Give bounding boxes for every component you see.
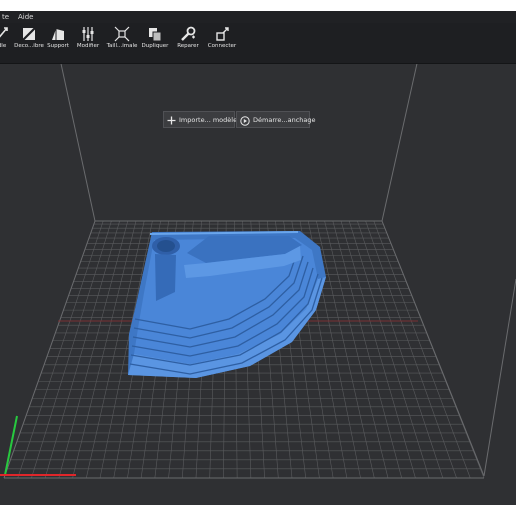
volume-edge-front-right — [483, 278, 516, 477]
toolbar: dle Deco...ibre Support Modifier Taill..… — [0, 23, 516, 64]
connect-button-label: Connecter — [207, 43, 237, 49]
build-volume-scene[interactable] — [0, 58, 516, 505]
grid-line — [373, 220, 471, 479]
start-slicing-label: Démarre...anchage — [253, 116, 316, 124]
support-icon — [52, 29, 64, 40]
sliders-icon — [82, 27, 94, 41]
start-slicing-button[interactable]: Démarre...anchage — [236, 111, 316, 128]
import-model-button[interactable]: Importe... modèle — [163, 111, 238, 128]
grid-line — [348, 220, 430, 479]
grid-line — [58, 220, 129, 479]
play-icon — [240, 115, 250, 126]
connect-icon — [216, 27, 229, 41]
duplicate-icon — [149, 28, 162, 42]
grid-line — [365, 220, 457, 479]
max-size-icon — [114, 26, 130, 42]
grid-line — [316, 220, 375, 479]
menu-bar: te Aide — [0, 11, 516, 23]
plus-icon — [167, 116, 176, 125]
3d-viewport[interactable]: Importe... modèle Démarre...anchage — [0, 58, 516, 505]
3d-model[interactable] — [128, 231, 326, 378]
volume-edge-back-left — [59, 58, 96, 222]
decompose-icon — [22, 27, 36, 41]
repair-icon — [181, 26, 196, 41]
grid-line — [357, 220, 444, 479]
import-model-label: Importe... modèle — [179, 116, 238, 124]
plate-edge-left — [3, 220, 96, 479]
menu-item-help[interactable]: Aide — [18, 11, 33, 23]
grid-line — [332, 220, 403, 479]
volume-edge-back-right — [381, 58, 419, 222]
grid-line — [31, 220, 112, 479]
grid-line — [17, 220, 104, 479]
connect-button[interactable]: Connecter — [202, 24, 242, 62]
slicer-app-window: te Aide dle Deco...ibre Support Modifier… — [0, 11, 516, 505]
menu-item-partial[interactable]: te — [2, 11, 9, 23]
